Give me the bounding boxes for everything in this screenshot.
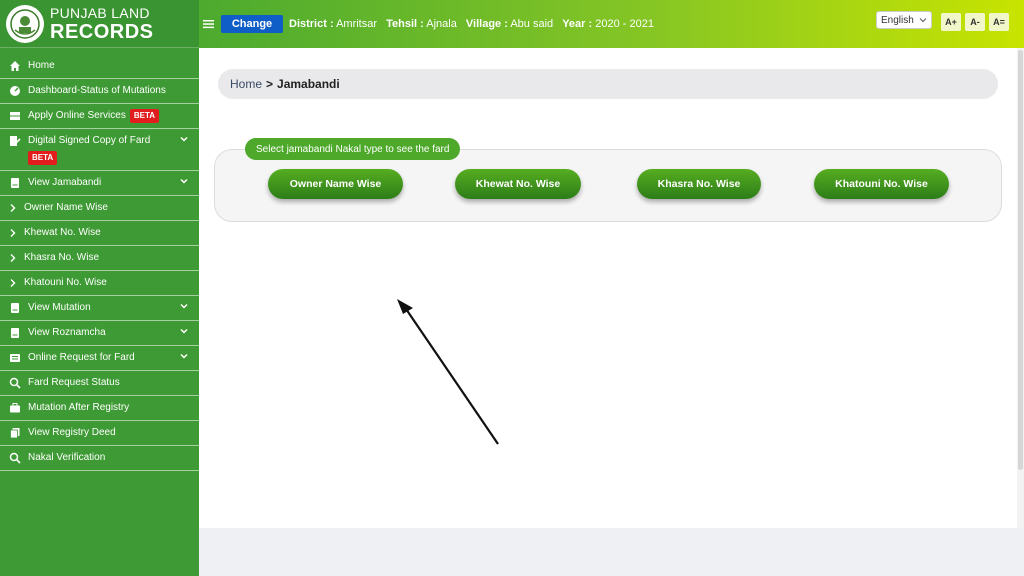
- chevron-right-icon: [8, 226, 18, 240]
- breadcrumb: Home > Jamabandi: [218, 69, 998, 99]
- book-icon: [8, 301, 22, 315]
- khewat-no-wise-button[interactable]: Khewat No. Wise: [455, 169, 581, 199]
- chevron-down-icon: [180, 136, 188, 142]
- brand[interactable]: PUNJAB LAND RECORDS: [0, 0, 199, 48]
- hamburger-menu-icon[interactable]: [203, 17, 215, 32]
- panel-title: Select jamabandi Nakal type to see the f…: [245, 138, 461, 160]
- sidebar-item-view-jamabandi[interactable]: View Jamabandi: [0, 171, 199, 196]
- dashboard-icon: [8, 84, 22, 98]
- sidebar-menu: Home Dashboard-Status of Mutations Apply…: [0, 48, 199, 471]
- location-summary: District : Amritsar Tehsil : Ajnala Vill…: [289, 18, 660, 30]
- village-value: Abu said: [510, 18, 554, 30]
- khatouni-no-wise-button[interactable]: Khatouni No. Wise: [814, 169, 949, 199]
- chevron-right-icon: [8, 201, 18, 215]
- briefcase-icon: [8, 401, 22, 415]
- sidebar-item-view-roznamcha[interactable]: View Roznamcha: [0, 321, 199, 346]
- sidebar-item-khewat-no-wise[interactable]: Khewat No. Wise: [0, 221, 199, 246]
- chevron-down-icon: [180, 353, 188, 359]
- punjab-emblem-icon: [6, 4, 44, 43]
- sidebar-item-label: View Registry Deed: [28, 427, 116, 438]
- sidebar-item-label: Mutation After Registry: [28, 402, 130, 413]
- brand-line2: RECORDS: [50, 20, 154, 43]
- sidebar-item-view-mutation[interactable]: View Mutation: [0, 296, 199, 321]
- server-icon: [8, 109, 22, 123]
- scrollbar-thumb[interactable]: [1018, 50, 1023, 470]
- beta-badge: BETA: [129, 109, 160, 123]
- book-icon: [8, 326, 22, 340]
- sidebar-item-digital-fard[interactable]: Digital Signed Copy of Fard BETA: [0, 129, 199, 171]
- signature-icon: [8, 134, 22, 148]
- font-reset-button[interactable]: A=: [989, 13, 1009, 31]
- beta-badge: BETA: [28, 151, 58, 165]
- sidebar-item-label: View Jamabandi: [28, 177, 102, 188]
- district-label: District :: [289, 18, 334, 30]
- sidebar-item-label: View Mutation: [28, 302, 91, 313]
- search-icon: [8, 451, 22, 465]
- brand-line1: PUNJAB LAND: [50, 4, 150, 21]
- sidebar-item-khasra-no-wise[interactable]: Khasra No. Wise: [0, 246, 199, 271]
- main-content: Home > Jamabandi Select jamabandi Nakal …: [199, 48, 1017, 528]
- year-value: 2020 - 2021: [595, 18, 654, 30]
- chevron-right-icon: [8, 276, 18, 290]
- year-label: Year :: [562, 18, 593, 30]
- sidebar-item-label: Fard Request Status: [28, 377, 120, 388]
- sidebar-item-online-request-fard[interactable]: Online Request for Fard: [0, 346, 199, 371]
- sidebar-item-home[interactable]: Home: [0, 54, 199, 79]
- sidebar-item-owner-name-wise[interactable]: Owner Name Wise: [0, 196, 199, 221]
- copy-icon: [8, 426, 22, 440]
- search-icon: [8, 376, 22, 390]
- sidebar-item-label: Home: [28, 60, 55, 71]
- home-icon: [8, 59, 22, 73]
- breadcrumb-current: Jamabandi: [277, 77, 340, 91]
- sidebar-item-label: Khatouni No. Wise: [24, 277, 107, 288]
- breadcrumb-separator: >: [266, 77, 274, 91]
- sidebar-item-label: View Roznamcha: [28, 327, 106, 338]
- language-select[interactable]: English: [876, 11, 932, 29]
- book-icon: [8, 176, 22, 190]
- sidebar-item-label: Dashboard-Status of Mutations: [28, 85, 166, 96]
- sidebar-item-label: Online Request for Fard: [28, 352, 135, 363]
- list-icon: [8, 351, 22, 365]
- tehsil-label: Tehsil :: [386, 18, 424, 30]
- owner-name-wise-button[interactable]: Owner Name Wise: [268, 169, 403, 199]
- sidebar-item-dashboard[interactable]: Dashboard-Status of Mutations: [0, 79, 199, 104]
- sidebar-item-mutation-after-registry[interactable]: Mutation After Registry: [0, 396, 199, 421]
- sidebar-item-label: Khasra No. Wise: [24, 252, 100, 263]
- chevron-down-icon: [180, 178, 188, 184]
- sidebar-item-apply-online[interactable]: Apply Online Services BETA: [0, 104, 199, 129]
- page-footer-area: [199, 528, 1024, 576]
- sidebar-item-view-registry-deed[interactable]: View Registry Deed: [0, 421, 199, 446]
- tehsil-value: Ajnala: [426, 18, 457, 30]
- chevron-right-icon: [8, 251, 18, 265]
- sidebar-item-fard-request-status[interactable]: Fard Request Status: [0, 371, 199, 396]
- village-label: Village :: [465, 18, 508, 30]
- change-location-button[interactable]: Change: [221, 15, 283, 33]
- chevron-down-icon: [180, 328, 188, 334]
- sidebar-item-khatouni-no-wise[interactable]: Khatouni No. Wise: [0, 271, 199, 296]
- sidebar: PUNJAB LAND RECORDS Home Dashboard-Statu…: [0, 0, 199, 576]
- district-value: Amritsar: [336, 18, 378, 30]
- sidebar-item-label: Digital Signed Copy of Fard: [28, 135, 151, 146]
- chevron-down-icon: [919, 18, 927, 23]
- sidebar-item-nakal-verification[interactable]: Nakal Verification: [0, 446, 199, 471]
- chevron-down-icon: [180, 303, 188, 309]
- sidebar-item-label: Apply Online Services: [28, 110, 126, 121]
- sidebar-item-label: Owner Name Wise: [24, 202, 108, 213]
- sidebar-item-label: Nakal Verification: [28, 452, 106, 463]
- khasra-no-wise-button[interactable]: Khasra No. Wise: [637, 169, 761, 199]
- sidebar-item-label: Khewat No. Wise: [24, 227, 101, 238]
- breadcrumb-home-link[interactable]: Home: [230, 77, 262, 91]
- top-bar: Change District : Amritsar Tehsil : Ajna…: [199, 0, 1024, 48]
- language-value: English: [881, 14, 914, 26]
- font-decrease-button[interactable]: A-: [965, 13, 985, 31]
- font-increase-button[interactable]: A+: [941, 13, 961, 31]
